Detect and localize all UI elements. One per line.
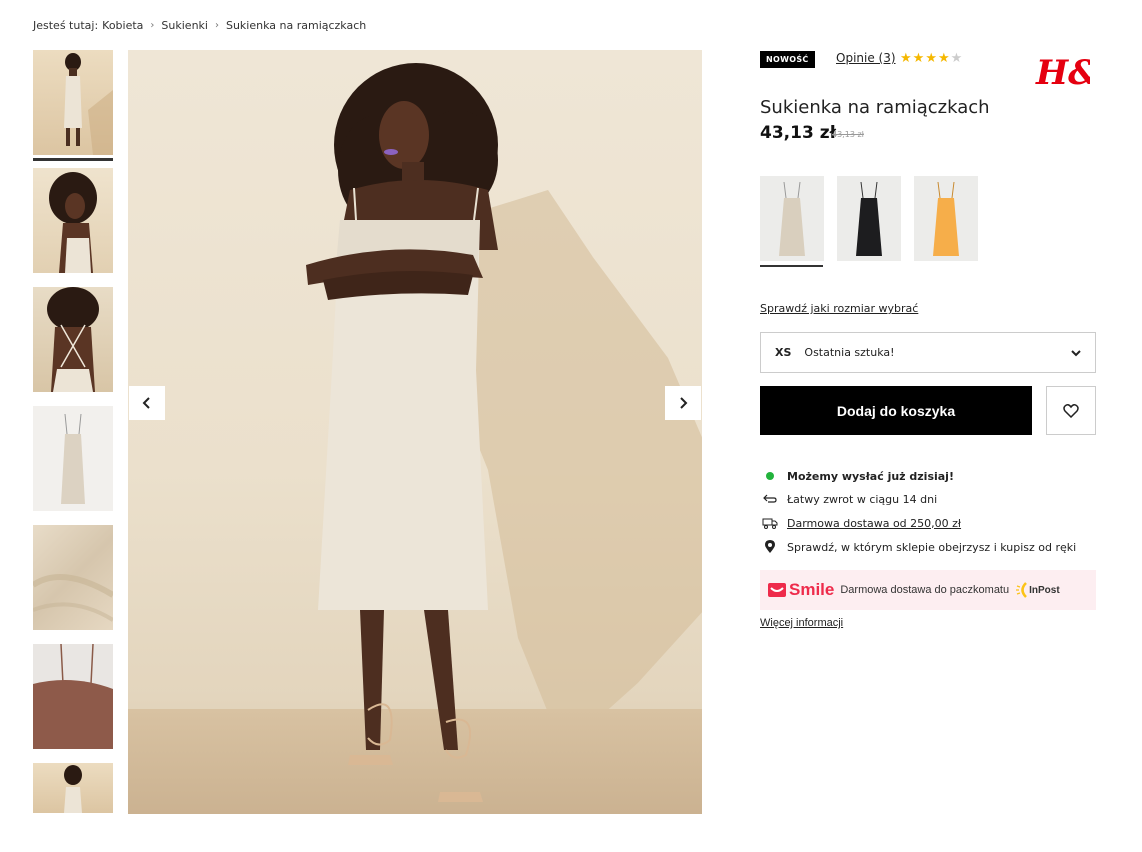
smile-logo: Smile xyxy=(768,580,834,600)
selected-size: XS xyxy=(775,346,792,359)
chevron-left-icon xyxy=(142,397,150,409)
color-active-indicator xyxy=(760,265,823,267)
smile-text: Darmowa dostawa do paczkomatu xyxy=(840,584,1010,596)
product-price: 43,13 zł xyxy=(760,123,836,143)
color-swatch-orange[interactable] xyxy=(914,176,978,261)
breadcrumb: Jesteś tutaj: Kobieta › Sukienki › Sukie… xyxy=(33,19,366,32)
heart-icon xyxy=(1063,403,1079,418)
hm-logo[interactable]: H&M xyxy=(1034,52,1090,92)
star-icon: ★ xyxy=(912,51,926,66)
inpost-logo: InPost xyxy=(1015,582,1060,598)
product-old-price: 43,13 zł xyxy=(832,130,864,139)
shipping-today-text: Możemy wysłać już dzisiaj! xyxy=(787,469,954,483)
add-to-cart-button[interactable]: Dodaj do koszyka xyxy=(760,386,1032,435)
star-icon: ★ xyxy=(900,51,913,66)
status-dot-icon xyxy=(766,472,774,480)
free-delivery-link[interactable]: Darmowa dostawa od 250,00 zł xyxy=(787,517,961,530)
color-swatch-black[interactable] xyxy=(837,176,901,261)
model-figure xyxy=(306,63,498,802)
thumbnail-model-front[interactable] xyxy=(33,50,113,155)
star-icon: ★ xyxy=(925,51,938,66)
return-arrow-icon xyxy=(763,494,777,503)
size-guide-link[interactable]: Sprawdź jaki rozmiar wybrać xyxy=(760,302,918,315)
product-title: Sukienka na ramiączkach xyxy=(760,97,990,118)
breadcrumb-item-kobieta[interactable]: Kobieta xyxy=(102,19,143,32)
more-info-link[interactable]: Więcej informacji xyxy=(760,617,843,629)
wishlist-button[interactable] xyxy=(1046,386,1096,435)
returns-row: Łatwy zwrot w ciągu 14 dni xyxy=(762,492,937,506)
star-icon: ★ xyxy=(937,51,951,66)
thumbnail-active-indicator xyxy=(33,158,113,161)
store-check-row: Sprawdź, w którym sklepie obejrzysz i ku… xyxy=(762,540,1076,554)
main-product-image[interactable] xyxy=(128,50,702,814)
color-swatch-beige[interactable] xyxy=(760,176,824,261)
thumbnail-fabric-detail[interactable] xyxy=(33,525,113,630)
envelope-icon xyxy=(768,583,786,597)
star-empty-icon: ★ xyxy=(950,51,964,66)
thumbnail-model-back[interactable] xyxy=(33,287,113,392)
returns-text: Łatwy zwrot w ciągu 14 dni xyxy=(787,492,938,506)
rating-stars[interactable]: ★★★★★ xyxy=(900,51,963,66)
store-check-text: Sprawdź, w którym sklepie obejrzysz i ku… xyxy=(787,540,1077,554)
gallery-prev-button[interactable] xyxy=(129,386,165,420)
reviews-link[interactable]: Opinie (3) xyxy=(836,51,896,65)
breadcrumb-item-current[interactable]: Sukienka na ramiączkach xyxy=(226,19,366,32)
breadcrumb-item-sukienki[interactable]: Sukienki xyxy=(161,19,208,32)
free-delivery-row: Darmowa dostawa od 250,00 zł xyxy=(762,516,961,530)
shipping-today-row: Możemy wysłać już dzisiaj! xyxy=(762,469,954,483)
svg-text:H&M: H&M xyxy=(1035,53,1090,92)
new-badge: NOWOŚĆ xyxy=(760,51,815,68)
thumbnail-dress-flat[interactable] xyxy=(33,406,113,511)
smile-promo-banner: Smile Darmowa dostawa do paczkomatu InPo… xyxy=(760,570,1096,610)
location-pin-icon xyxy=(765,540,775,553)
gallery-next-button[interactable] xyxy=(665,386,701,420)
size-stock-status: Ostatnia sztuka! xyxy=(804,346,895,359)
size-select[interactable]: XS Ostatnia sztuka! xyxy=(760,332,1096,373)
breadcrumb-prefix: Jesteś tutaj: xyxy=(33,19,99,32)
thumbnail-model-side[interactable] xyxy=(33,168,113,273)
truck-icon xyxy=(762,518,778,529)
chevron-right-icon xyxy=(680,397,688,409)
thumbnail-model-front-small[interactable] xyxy=(33,763,113,813)
thumbnail-strap-detail[interactable] xyxy=(33,644,113,749)
breadcrumb-separator: › xyxy=(214,20,219,31)
breadcrumb-separator: › xyxy=(150,20,155,31)
inpost-sun-icon xyxy=(1016,582,1028,598)
chevron-down-icon xyxy=(1071,349,1081,356)
